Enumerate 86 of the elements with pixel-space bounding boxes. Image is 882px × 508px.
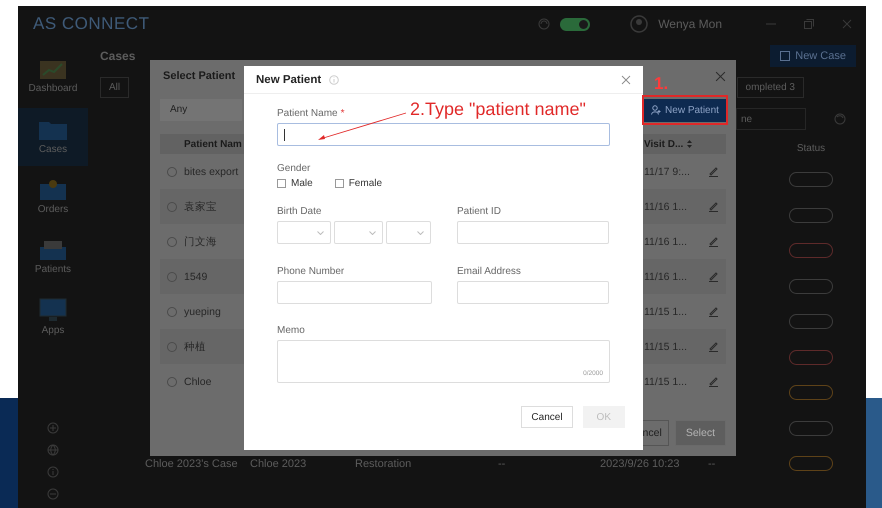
sidebar-item[interactable]: Orders <box>18 168 88 226</box>
close-icon[interactable] <box>715 70 726 82</box>
page-title: Cases <box>100 49 136 63</box>
gender-checkbox[interactable]: Male <box>277 178 313 189</box>
pencil-icon[interactable] <box>708 376 718 387</box>
user-add-icon <box>651 105 662 115</box>
search-field[interactable]: ne <box>736 108 806 130</box>
field-label: Memo <box>277 325 305 336</box>
month-select[interactable] <box>334 221 383 244</box>
step-annotation: 2.Type "patient name" <box>410 99 586 120</box>
field-label: Patient Name * <box>277 108 344 119</box>
pencil-icon[interactable] <box>708 201 718 212</box>
globe-icon[interactable] <box>47 444 59 456</box>
sidebar-item[interactable]: Patients <box>18 228 88 286</box>
new-case-button[interactable]: New Case <box>770 45 856 67</box>
radio-button[interactable] <box>167 342 177 352</box>
field-label: Phone Number <box>277 266 344 277</box>
close-icon[interactable] <box>621 74 631 84</box>
radio-button[interactable] <box>167 236 177 246</box>
pencil-icon[interactable] <box>708 306 718 317</box>
table-cell-text: Chloe 2023's Case <box>145 456 239 472</box>
pencil-icon[interactable] <box>708 341 718 352</box>
column-header: Status <box>796 142 826 156</box>
radio-button[interactable] <box>167 166 177 176</box>
sidebar-item[interactable]: Dashboard <box>18 48 88 106</box>
patient-id-input[interactable] <box>457 221 609 244</box>
filter-select[interactable]: Any <box>160 99 242 121</box>
radio-button[interactable] <box>167 272 177 282</box>
pencil-icon[interactable] <box>708 271 718 282</box>
tray-icon <box>39 239 67 261</box>
patient-name-input[interactable] <box>277 123 610 146</box>
table-cell-text: -- <box>498 456 506 472</box>
radio-button[interactable] <box>167 376 177 386</box>
field-label: Patient ID <box>457 206 501 217</box>
radio-button[interactable] <box>167 202 177 212</box>
column-header: Patient Nam <box>184 138 243 152</box>
sidebar-item[interactable]: Cases <box>18 108 88 166</box>
monitor-icon <box>39 298 67 322</box>
dialog-title: Select Patient <box>163 70 236 82</box>
table-cell: 袁家宝 <box>184 189 244 224</box>
refresh-icon[interactable] <box>834 113 846 125</box>
sidebar-item[interactable]: Apps <box>18 288 88 346</box>
chevron-down-icon <box>317 230 324 234</box>
email-input[interactable] <box>457 281 609 304</box>
table-cell: 1549 <box>184 259 244 294</box>
table-cell: 11/16 1... <box>644 189 700 224</box>
table-cell-text: Chloe 2023 <box>250 456 308 472</box>
table-cell: 11/15 1... <box>644 329 700 364</box>
folder-icon <box>38 119 68 141</box>
sync-icon[interactable] <box>538 18 550 30</box>
table-cell: 11/16 1... <box>644 259 700 294</box>
year-select[interactable] <box>277 221 331 244</box>
sort-icon[interactable] <box>687 140 692 148</box>
maximize-icon[interactable] <box>804 19 814 29</box>
user-name: Wenya Mon <box>658 17 722 31</box>
filter-tab[interactable]: ompleted 3 <box>736 76 804 98</box>
user-avatar-icon <box>630 15 648 33</box>
table-cell-text: 2023/9/26 10:23 <box>600 456 681 472</box>
app-title: AS CONNECT <box>33 14 150 34</box>
phone-input[interactable] <box>277 281 432 304</box>
dialog-button[interactable]: Cancel <box>521 406 573 428</box>
pencil-icon[interactable] <box>708 166 718 177</box>
table-cell-text: Restoration <box>355 456 412 472</box>
info-icon <box>329 74 340 84</box>
filter-tab[interactable]: All <box>100 76 130 98</box>
envelope-icon <box>39 179 67 201</box>
table-cell-text: -- <box>708 456 716 472</box>
field-label: Email Address <box>457 266 521 277</box>
pencil-icon[interactable] <box>708 236 718 247</box>
text-cursor-icon <box>284 128 285 140</box>
day-select[interactable] <box>386 221 431 244</box>
chart-icon <box>39 60 67 80</box>
field-label: Gender <box>277 163 310 174</box>
dialog-title: New Patient <box>256 74 322 86</box>
close-icon[interactable] <box>842 19 852 29</box>
column-header: Visit D... <box>644 134 726 154</box>
info-icon[interactable] <box>47 466 59 478</box>
field-label: Birth Date <box>277 206 322 217</box>
new-patient-button[interactable]: New Patient <box>644 98 726 122</box>
gender-checkbox[interactable]: Female <box>334 178 382 189</box>
step-annotation: 1. <box>654 74 668 94</box>
radio-button[interactable] <box>167 306 177 316</box>
sync-toggle[interactable] <box>560 18 590 30</box>
chevron-down-icon <box>417 230 424 234</box>
table-cell: 种植 <box>184 329 244 364</box>
chevron-down-icon <box>369 230 376 234</box>
